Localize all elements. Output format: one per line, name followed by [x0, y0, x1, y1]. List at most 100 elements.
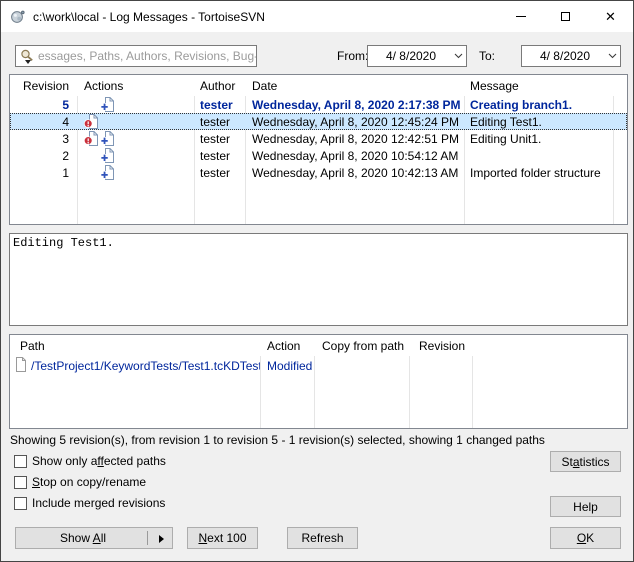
- minimize-button[interactable]: [498, 1, 543, 32]
- column-header-action[interactable]: Action: [260, 339, 314, 353]
- close-icon: ✕: [605, 10, 616, 23]
- added-action-icon: [100, 97, 116, 112]
- checkbox-box[interactable]: [14, 455, 27, 468]
- author-cell: tester: [194, 98, 245, 112]
- statistics-button-label: Statistics: [561, 455, 609, 469]
- path-text: /TestProject1/KeywordTests/Test1.tcKDTes…: [31, 359, 260, 373]
- maximize-button[interactable]: [543, 1, 588, 32]
- split-arrow-icon[interactable]: [159, 535, 164, 543]
- ok-button-label: OK: [577, 531, 594, 545]
- message-cell: Imported folder structure: [464, 166, 627, 180]
- from-date-picker[interactable]: 4/ 8/2020: [367, 45, 467, 67]
- search-dropdown-icon: [25, 60, 31, 64]
- revision-list: Revision Actions Author Date Message 5 te…: [9, 74, 628, 225]
- column-header-revision[interactable]: Revision: [409, 339, 472, 353]
- to-date-value: 4/ 8/2020: [522, 49, 604, 63]
- help-button[interactable]: Help: [550, 496, 621, 517]
- date-cell: Wednesday, April 8, 2020 10:54:12 AM: [245, 149, 464, 163]
- author-cell: tester: [194, 149, 245, 163]
- from-date-value: 4/ 8/2020: [368, 49, 450, 63]
- revision-row-4[interactable]: 4testerWednesday, April 8, 2020 12:45:24…: [10, 113, 627, 130]
- column-header-revision[interactable]: Revision: [10, 79, 77, 93]
- empty-action-slot: [84, 97, 100, 112]
- added-action-icon: [100, 165, 116, 180]
- added-action-icon: [100, 131, 116, 146]
- revision-row-3[interactable]: 3 testerWednesday, April 8, 2020 12:42:51…: [10, 130, 627, 147]
- author-cell: tester: [194, 166, 245, 180]
- revision-list-header: Revision Actions Author Date Message: [10, 75, 627, 96]
- modified-action-icon: [84, 131, 100, 146]
- empty-action-slot: [100, 114, 116, 129]
- revision-row-1[interactable]: 1 testerWednesday, April 8, 2020 10:42:13…: [10, 164, 627, 181]
- column-header-author[interactable]: Author: [194, 79, 245, 93]
- revision-number: 1: [10, 166, 77, 180]
- chevron-down-icon[interactable]: [604, 53, 620, 59]
- checkbox-label: Stop on copy/rename: [32, 475, 146, 489]
- help-button-label: Help: [573, 500, 598, 514]
- log-messages-dialog: c:\work\local - Log Messages - TortoiseS…: [0, 0, 634, 562]
- show-all-split-button[interactable]: Show All: [15, 527, 173, 549]
- actions-cell: [77, 114, 194, 129]
- revision-row-2[interactable]: 2 testerWednesday, April 8, 2020 10:54:12…: [10, 147, 627, 164]
- revision-number: 5: [10, 98, 77, 112]
- to-date-picker[interactable]: 4/ 8/2020: [521, 45, 621, 67]
- refresh-button-label: Refresh: [301, 531, 343, 545]
- column-header-date[interactable]: Date: [245, 79, 464, 93]
- checkbox-show-only-affected-paths[interactable]: Show only affected paths: [14, 453, 166, 469]
- date-cell: Wednesday, April 8, 2020 2:17:38 PM: [245, 98, 464, 112]
- titlebar: c:\work\local - Log Messages - TortoiseS…: [1, 1, 633, 32]
- ok-button[interactable]: OK: [550, 527, 621, 549]
- search-icon[interactable]: [16, 46, 38, 66]
- date-cell: Wednesday, April 8, 2020 12:45:24 PM: [245, 115, 464, 129]
- added-action-icon: [100, 148, 116, 163]
- column-header-actions[interactable]: Actions: [77, 79, 194, 93]
- window-title: c:\work\local - Log Messages - TortoiseS…: [33, 10, 265, 24]
- revision-number: 3: [10, 132, 77, 146]
- action-cell: Modified: [260, 359, 314, 373]
- message-cell: Creating branch1.: [464, 98, 627, 112]
- chevron-down-icon[interactable]: [450, 53, 466, 59]
- changed-path-row[interactable]: /TestProject1/KeywordTests/Test1.tcKDTes…: [10, 356, 627, 376]
- column-header-copyfrom[interactable]: Copy from path: [314, 339, 409, 353]
- checkbox-label: Show only affected paths: [32, 454, 166, 468]
- tortoisesvn-icon: [10, 9, 26, 25]
- checkbox-box[interactable]: [14, 497, 27, 510]
- author-cell: tester: [194, 132, 245, 146]
- checkbox-include-merged-revisions[interactable]: Include merged revisions: [14, 495, 165, 511]
- log-message-preview[interactable]: Editing Test1.: [9, 233, 628, 326]
- search-placeholder: essages, Paths, Authors, Revisions, Bug-…: [38, 49, 256, 63]
- path-cell: /TestProject1/KeywordTests/Test1.tcKDTes…: [10, 357, 260, 375]
- changed-paths-list: Path Action Copy from path Revision /Tes…: [9, 334, 628, 429]
- actions-cell: [77, 165, 194, 180]
- refresh-button[interactable]: Refresh: [287, 527, 358, 549]
- modified-action-icon: [84, 114, 100, 129]
- date-cell: Wednesday, April 8, 2020 10:42:13 AM: [245, 166, 464, 180]
- next-100-button-label: Next 100: [198, 531, 246, 545]
- checkbox-box[interactable]: [14, 476, 27, 489]
- actions-cell: [77, 97, 194, 112]
- message-cell: Editing Unit1.: [464, 132, 627, 146]
- to-label: To:: [479, 49, 495, 63]
- minimize-icon: [516, 16, 526, 17]
- next-100-button[interactable]: Next 100: [187, 527, 258, 549]
- column-header-path[interactable]: Path: [10, 339, 260, 353]
- status-text: Showing 5 revision(s), from revision 1 t…: [10, 433, 545, 447]
- search-input[interactable]: essages, Paths, Authors, Revisions, Bug-…: [15, 45, 257, 67]
- statistics-button[interactable]: Statistics: [550, 451, 621, 472]
- file-icon: [15, 357, 27, 375]
- actions-cell: [77, 148, 194, 163]
- actions-cell: [77, 131, 194, 146]
- maximize-icon: [561, 12, 570, 21]
- from-label: From:: [337, 49, 368, 63]
- close-button[interactable]: ✕: [588, 1, 633, 32]
- checkbox-label: Include merged revisions: [32, 496, 165, 510]
- date-cell: Wednesday, April 8, 2020 12:42:51 PM: [245, 132, 464, 146]
- message-cell: Editing Test1.: [464, 115, 627, 129]
- revision-row-5[interactable]: 5 testerWednesday, April 8, 2020 2:17:38 …: [10, 96, 627, 113]
- changed-paths-header: Path Action Copy from path Revision: [10, 335, 627, 356]
- split-separator: [147, 531, 148, 545]
- revision-number: 2: [10, 149, 77, 163]
- revision-number: 4: [10, 115, 77, 129]
- checkbox-stop-on-copy-rename[interactable]: Stop on copy/rename: [14, 474, 146, 490]
- column-header-message[interactable]: Message: [464, 79, 627, 93]
